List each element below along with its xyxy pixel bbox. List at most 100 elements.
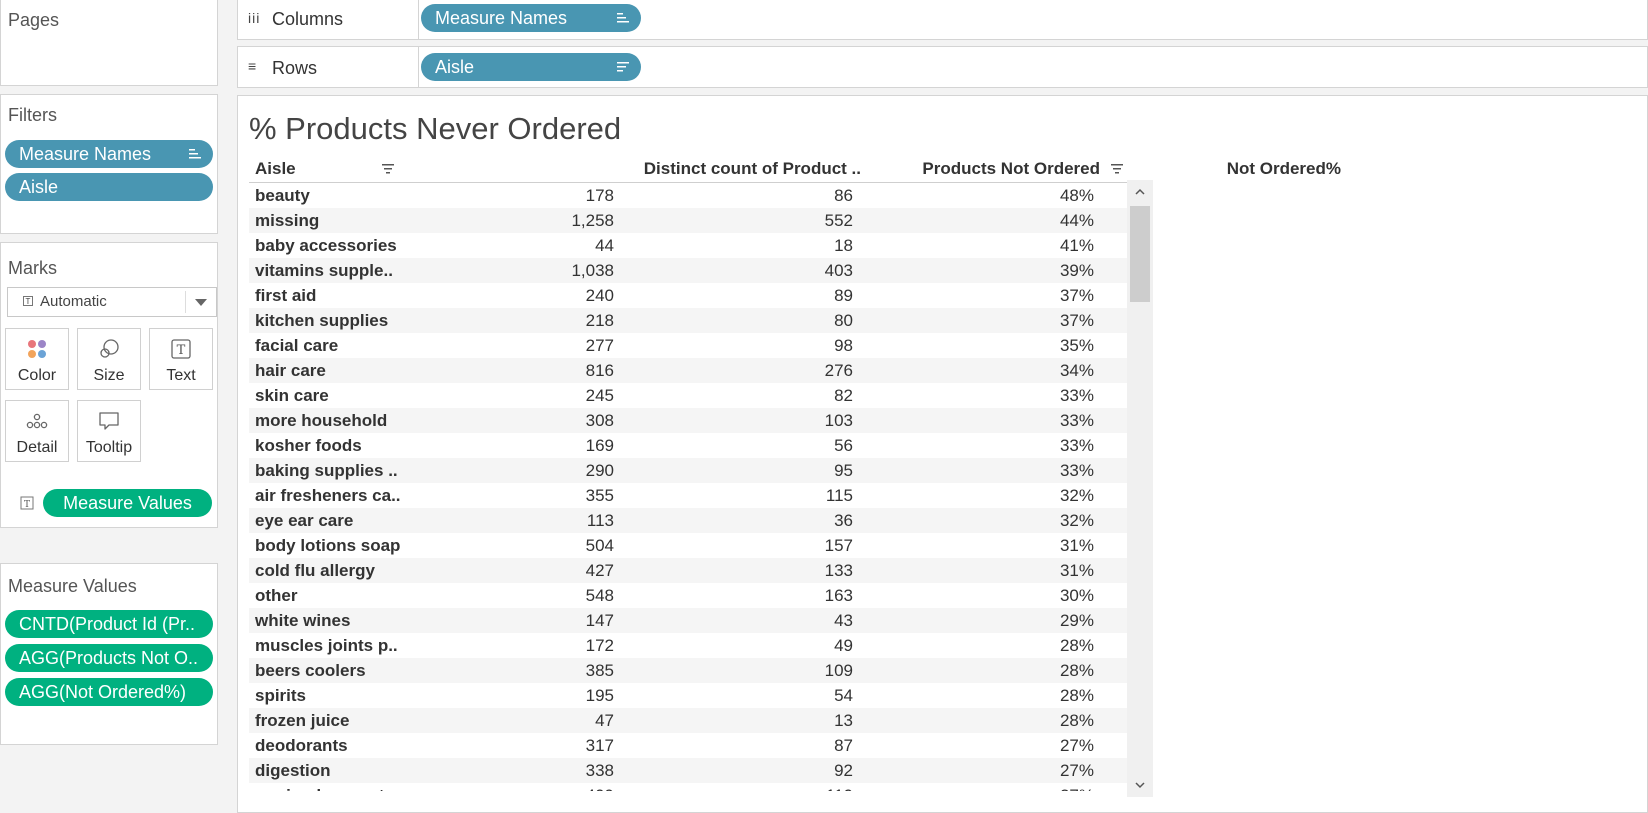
detail-button[interactable]: Detail — [5, 400, 69, 462]
chevron-down-icon[interactable] — [1134, 779, 1146, 791]
chevron-up-icon[interactable] — [1134, 186, 1146, 198]
cell-not-ordered-pct: 31% — [1059, 561, 1094, 580]
table-row[interactable]: kitchen supplies 218 80 37% — [249, 308, 1127, 333]
table-row[interactable]: air fresheners ca.. 355 115 32% — [249, 483, 1127, 508]
filter-pill-label: Aisle — [19, 177, 59, 197]
cell-distinct-count: 218 — [585, 311, 614, 330]
cell-aisle: facial care — [255, 336, 339, 355]
color-icon — [6, 337, 68, 361]
table-row[interactable]: skin care 245 82 33% — [249, 383, 1127, 408]
table-row[interactable]: hair care 816 276 34% — [249, 358, 1127, 383]
cell-aisle: kosher foods — [255, 436, 362, 455]
cell-not-ordered-pct: 33% — [1059, 411, 1094, 430]
table-row[interactable]: white wines 147 43 29% — [249, 608, 1127, 633]
table-row[interactable]: muscles joints p.. 172 49 28% — [249, 633, 1127, 658]
rows-pill-aisle[interactable]: Aisle — [421, 53, 641, 81]
cell-products-not-ordered: 13 — [834, 711, 853, 730]
table-row[interactable]: beauty 178 86 48% — [249, 183, 1127, 208]
cell-products-not-ordered: 80 — [834, 311, 853, 330]
cell-distinct-count: 409 — [586, 786, 614, 791]
cell-not-ordered-pct: 31% — [1059, 536, 1094, 555]
cell-not-ordered-pct: 33% — [1059, 386, 1094, 405]
table-row[interactable]: missing 1,258 552 44% — [249, 208, 1127, 233]
columns-shelf[interactable]: iii Columns Measure Names — [237, 0, 1648, 40]
cell-aisle: other — [255, 586, 298, 605]
cell-not-ordered-pct: 27% — [1059, 736, 1094, 755]
cell-not-ordered-pct: 27% — [1060, 786, 1094, 791]
rows-shelf[interactable]: ≡ Rows Aisle — [237, 46, 1648, 88]
measure-value-pill-products-not-ordered[interactable]: AGG(Products Not O.. — [5, 644, 213, 672]
filter-pill-aisle[interactable]: Aisle — [5, 173, 213, 201]
measure-value-pill-not-ordered-pct[interactable]: AGG(Not Ordered%) — [5, 678, 213, 706]
table-row[interactable]: vitamins supple.. 1,038 403 39% — [249, 258, 1127, 283]
cell-distinct-count: 47 — [595, 711, 614, 730]
cell-not-ordered-pct: 28% — [1059, 686, 1094, 705]
cell-products-not-ordered: 109 — [824, 661, 853, 680]
cell-distinct-count: 1,258 — [571, 211, 614, 230]
measure-value-pill-cntd[interactable]: CNTD(Product Id (Pr.. — [5, 610, 213, 638]
columns-icon: iii — [248, 10, 261, 26]
cell-not-ordered-pct: 37% — [1059, 311, 1094, 330]
table-row[interactable]: eye ear care 113 36 32% — [249, 508, 1127, 533]
table-row[interactable]: beers coolers 385 109 28% — [249, 658, 1127, 683]
cell-products-not-ordered: 110 — [826, 786, 853, 791]
table-row[interactable]: kosher foods 169 56 33% — [249, 433, 1127, 458]
table-row[interactable]: frozen juice 47 13 28% — [249, 708, 1127, 733]
cell-distinct-count: 245 — [585, 386, 614, 405]
table-row[interactable]: cold flu allergy 427 133 31% — [249, 558, 1127, 583]
cell-distinct-count: 385 — [585, 661, 614, 680]
cell-aisle: body lotions soap — [255, 536, 401, 555]
tooltip-button[interactable]: Tooltip — [77, 400, 141, 462]
cell-not-ordered-pct: 35% — [1059, 336, 1094, 355]
sort-icon[interactable] — [382, 164, 394, 175]
header-distinct-count[interactable]: Distinct count of Product .. — [644, 159, 861, 179]
cell-distinct-count: 1,038 — [571, 261, 614, 280]
cell-not-ordered-pct: 32% — [1059, 511, 1094, 530]
table-row[interactable]: first aid 240 89 37% — [249, 283, 1127, 308]
rows-icon: ≡ — [248, 58, 257, 74]
color-button[interactable]: Color — [5, 328, 69, 390]
table-row[interactable]: spirits 195 54 28% — [249, 683, 1127, 708]
cell-products-not-ordered: 86 — [834, 186, 853, 205]
table-row[interactable]: baby accessories 44 18 41% — [249, 233, 1127, 258]
measure-values-pill[interactable]: Measure Values — [43, 489, 212, 517]
table-row[interactable]: other 548 163 30% — [249, 583, 1127, 608]
size-button[interactable]: Size — [77, 328, 141, 390]
pages-title: Pages — [8, 10, 60, 30]
filter-pill-measure-names[interactable]: Measure Names — [5, 140, 213, 168]
cell-distinct-count: 277 — [585, 336, 614, 355]
cell-not-ordered-pct: 32% — [1059, 486, 1094, 505]
cell-aisle: beauty — [255, 186, 310, 205]
cell-products-not-ordered: 95 — [834, 461, 853, 480]
cell-distinct-count: 113 — [586, 511, 614, 530]
cell-distinct-count: 317 — [585, 736, 614, 755]
measure-values-title: Measure Values — [8, 576, 137, 596]
table-row[interactable]: more household 308 103 33% — [249, 408, 1127, 433]
cell-not-ordered-pct: 33% — [1059, 461, 1094, 480]
header-not-ordered-pct[interactable]: Not Ordered% — [1227, 159, 1341, 179]
cell-products-not-ordered: 133 — [824, 561, 853, 580]
cell-products-not-ordered: 18 — [834, 236, 853, 255]
table-row[interactable]: marinades meat .. 409 110 27% — [249, 783, 1127, 791]
table-row[interactable]: digestion 338 92 27% — [249, 758, 1127, 783]
table-row[interactable]: baking supplies .. 290 95 33% — [249, 458, 1127, 483]
mark-type-dropdown[interactable]: T Automatic — [7, 287, 217, 317]
header-aisle[interactable]: Aisle — [255, 159, 296, 179]
text-button[interactable]: T Text — [149, 328, 213, 390]
scrollbar-thumb[interactable] — [1130, 206, 1150, 302]
columns-pill-measure-names[interactable]: Measure Names — [421, 4, 641, 32]
table-row[interactable]: deodorants 317 87 27% — [249, 733, 1127, 758]
table-row[interactable]: body lotions soap 504 157 31% — [249, 533, 1127, 558]
size-label: Size — [93, 367, 125, 384]
table-row[interactable]: facial care 277 98 35% — [249, 333, 1127, 358]
pages-card: Pages — [0, 0, 218, 86]
text-label: Text — [166, 367, 196, 384]
svg-text:T: T — [24, 500, 30, 510]
cell-products-not-ordered: 49 — [834, 636, 853, 655]
vertical-scrollbar[interactable] — [1127, 180, 1153, 797]
cell-aisle: muscles joints p.. — [255, 636, 398, 655]
sort-icon[interactable] — [1111, 164, 1123, 175]
cell-aisle: spirits — [255, 686, 307, 705]
header-products-not-ordered[interactable]: Products Not Ordered — [922, 159, 1100, 179]
cell-not-ordered-pct: 33% — [1059, 436, 1094, 455]
